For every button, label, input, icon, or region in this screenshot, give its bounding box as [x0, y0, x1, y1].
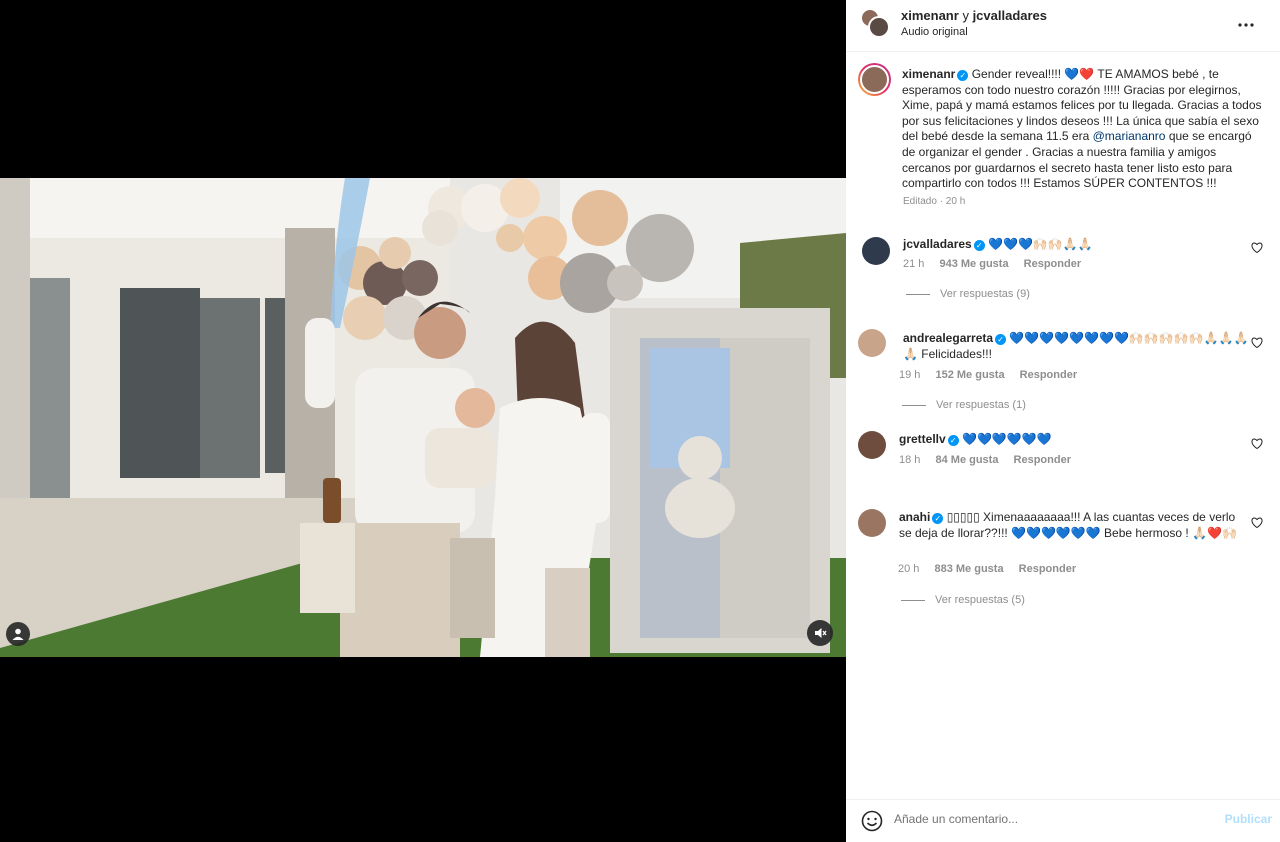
- comment-avatar[interactable]: [862, 237, 890, 265]
- heart-icon: [1251, 242, 1263, 253]
- publish-button[interactable]: Publicar: [1225, 812, 1272, 826]
- reply-button[interactable]: Responder: [1019, 563, 1076, 575]
- comment-likes[interactable]: 84 Me gusta: [935, 454, 998, 466]
- comment-time: 19 h: [899, 369, 921, 381]
- view-replies-label: Ver respuestas (1): [936, 399, 1026, 411]
- post-video[interactable]: [0, 178, 846, 657]
- caption-emoji: 💙❤️: [1064, 67, 1095, 81]
- user-tag-icon: [12, 628, 24, 640]
- comment-avatar[interactable]: [858, 431, 886, 459]
- coauthor-link[interactable]: jcvalladares: [973, 8, 1047, 23]
- post-header: ximenanr y jcvalladares Audio original: [846, 0, 1280, 52]
- post-side-panel: ximenanr y jcvalladares Audio original x…: [846, 0, 1280, 842]
- video-frame: [0, 178, 846, 657]
- comment-avatar[interactable]: [858, 509, 886, 537]
- collab-title: ximenanr y jcvalladares: [901, 8, 1047, 23]
- comment-text: 💙💙💙💙💙💙: [962, 432, 1052, 446]
- reply-button[interactable]: Responder: [1014, 454, 1071, 466]
- comment-username[interactable]: anahi: [899, 510, 930, 524]
- view-replies-label: Ver respuestas (5): [935, 594, 1025, 606]
- heart-icon: [1251, 438, 1263, 449]
- like-comment-button[interactable]: [1250, 436, 1264, 450]
- verified-icon: ✓: [957, 70, 969, 81]
- post-caption: ximenanr ✓ Gender reveal!!!! 💙❤️ TE AMAMO…: [902, 67, 1262, 192]
- like-comment-button[interactable]: [1250, 515, 1264, 529]
- caption-text-1: Gender reveal!!!!: [971, 67, 1065, 81]
- comment-username[interactable]: andrealegarreta: [903, 331, 993, 345]
- media-area: [0, 0, 846, 842]
- comment-body: anahi ✓ ▯▯▯▯▯ Ximenaaaaaaaa!!! A las cuan…: [899, 510, 1249, 541]
- comment-text: ▯▯▯▯▯ Ximenaaaaaaaa!!! A las cuantas vec…: [899, 510, 1237, 540]
- like-comment-button[interactable]: [1250, 335, 1264, 349]
- like-comment-button[interactable]: [1250, 240, 1264, 254]
- replies-divider: [906, 293, 930, 295]
- view-replies-button[interactable]: Ver respuestas (9): [906, 288, 1030, 300]
- view-replies-label: Ver respuestas (9): [940, 288, 1030, 300]
- comment-likes[interactable]: 152 Me gusta: [935, 369, 1004, 381]
- collab-avatars[interactable]: [860, 8, 890, 38]
- heart-icon: [1251, 337, 1263, 348]
- comment-input[interactable]: [894, 812, 1194, 826]
- verified-icon: ✓: [932, 513, 944, 524]
- comment-body: jcvalladares ✓ 💙💙💙🙌🏻🙌🏻🙏🏻🙏🏻: [903, 237, 1253, 253]
- comment-meta: 19 h 152 Me gusta Responder: [899, 369, 1089, 381]
- comment-meta: 20 h 883 Me gusta Responder: [898, 563, 1088, 575]
- verified-icon: ✓: [947, 435, 959, 446]
- comment-username[interactable]: grettellv: [899, 432, 946, 446]
- comment-body: grettellv ✓ 💙💙💙💙💙💙: [899, 432, 1249, 448]
- more-icon: [1238, 23, 1254, 27]
- comment-time: 18 h: [899, 454, 921, 466]
- comment-likes[interactable]: 883 Me gusta: [934, 563, 1003, 575]
- emoji-picker-button[interactable]: [860, 809, 884, 833]
- user-tag-button[interactable]: [6, 622, 30, 646]
- caption-meta: Editado · 20 h: [903, 196, 966, 207]
- replies-divider: [901, 599, 925, 601]
- verified-icon: ✓: [995, 334, 1007, 345]
- caption-username[interactable]: ximenanr: [902, 67, 955, 81]
- author-avatar[interactable]: [858, 63, 891, 96]
- comment-meta: 18 h 84 Me gusta Responder: [899, 454, 1083, 466]
- emoji-icon: [861, 810, 883, 832]
- muted-icon: [815, 628, 827, 638]
- verified-icon: ✓: [973, 240, 985, 251]
- replies-divider: [902, 404, 926, 406]
- comment-avatar[interactable]: [858, 329, 886, 357]
- mute-button[interactable]: [807, 620, 833, 646]
- view-replies-button[interactable]: Ver respuestas (1): [902, 399, 1026, 411]
- heart-icon: [1251, 517, 1263, 528]
- comment-likes[interactable]: 943 Me gusta: [939, 258, 1008, 270]
- comment-body: andrealegarreta ✓ 💙💙💙💙💙💙💙💙🙌🏻🙌🏻🙌🏻🙌🏻🙌🏻🙏🏻🙏🏻🙏…: [903, 331, 1253, 362]
- author-link[interactable]: ximenanr: [901, 8, 959, 23]
- comment-composer: Publicar: [846, 799, 1280, 842]
- more-options-button[interactable]: [1234, 13, 1258, 37]
- comment-time: 21 h: [903, 258, 925, 270]
- comment-meta: 21 h 943 Me gusta Responder: [903, 258, 1093, 270]
- caption-mention[interactable]: @mariananro: [1093, 129, 1166, 143]
- view-replies-button[interactable]: Ver respuestas (5): [901, 594, 1025, 606]
- avatar: [868, 16, 890, 38]
- join-text: y: [962, 8, 969, 23]
- comment-username[interactable]: jcvalladares: [903, 237, 972, 251]
- reply-button[interactable]: Responder: [1020, 369, 1077, 381]
- reply-button[interactable]: Responder: [1024, 258, 1081, 270]
- audio-link[interactable]: Audio original: [901, 26, 968, 38]
- comment-text: 💙💙💙🙌🏻🙌🏻🙏🏻🙏🏻: [988, 237, 1093, 251]
- comments-scroll-area[interactable]: ximenanr ✓ Gender reveal!!!! 💙❤️ TE AMAMO…: [846, 53, 1280, 799]
- comment-time: 20 h: [898, 563, 920, 575]
